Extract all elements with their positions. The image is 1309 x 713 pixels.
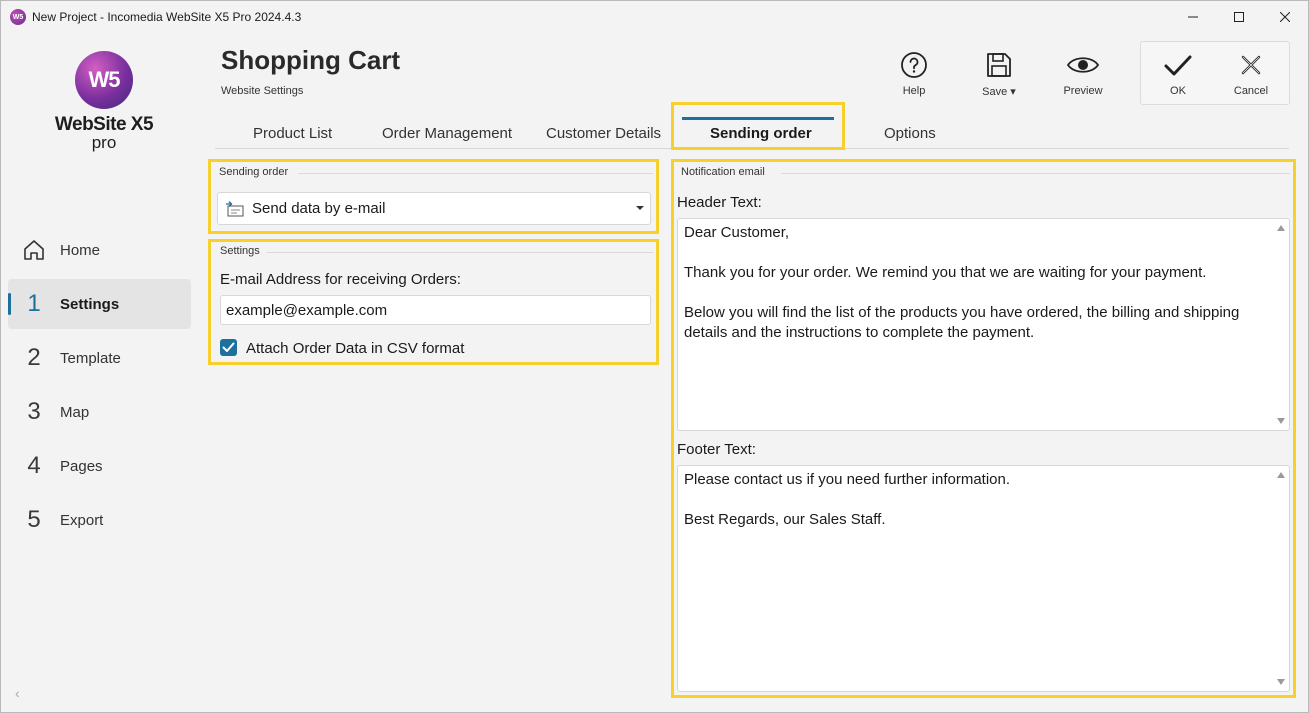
sidebar-item-template[interactable]: 2 Template [8,333,191,383]
close-icon [1280,12,1290,22]
close-window-button[interactable] [1262,1,1308,33]
sidebar-item-map[interactable]: 3 Map [8,387,191,437]
maximize-icon [1234,12,1244,22]
cancel-label: Cancel [1233,85,1269,97]
minimize-button[interactable] [1170,1,1216,33]
tab-customer-details[interactable]: Customer Details [546,125,661,142]
logo-edition: pro [91,133,117,152]
highlight-box-tab [671,102,845,150]
page-subtitle: Website Settings [221,85,304,97]
sidebar-item-number: 1 [27,290,41,317]
app-icon: W5 [10,9,26,25]
save-icon [969,49,1029,81]
window-title: New Project - Incomedia WebSite X5 Pro 2… [32,10,302,24]
sidebar-item-number: 2 [27,344,41,371]
eye-icon [1053,49,1113,81]
sidebar-item-label: Template [60,349,121,367]
sidebar-item-number: 4 [27,452,41,479]
page-title: Shopping Cart [221,45,401,75]
sidebar-item-label: Pages [60,457,103,475]
tab-order-management[interactable]: Order Management [382,125,512,142]
sidebar-item-label: Settings [60,295,120,313]
home-icon [8,238,60,262]
logo-mark: W5 [75,51,133,109]
sidebar-item-number: 3 [27,398,41,425]
help-label: Help [902,85,926,97]
app-logo: W5 WebSite X5 pro [49,51,159,153]
sidebar-item-home[interactable]: Home [8,225,191,275]
collapse-sidebar-button[interactable]: ‹ [15,685,20,701]
title-bar: W5 New Project - Incomedia WebSite X5 Pr… [1,1,1308,33]
highlight-box-settings [208,239,659,365]
sidebar-item-settings[interactable]: 1 Settings [8,279,191,329]
save-label: Save ▾ [982,86,1016,98]
ok-button[interactable]: OK [1148,49,1208,97]
sidebar-item-label: Map [60,403,90,421]
tab-product-list[interactable]: Product List [253,125,332,142]
help-button[interactable]: Help [884,49,944,97]
sidebar-item-pages[interactable]: 4 Pages [8,441,191,491]
sidebar-nav: Home 1 Settings 2 Template 3 Map 4 Pages… [8,225,191,549]
highlight-box-sending-order [208,159,659,234]
preview-label: Preview [1063,85,1103,97]
cancel-x-icon [1221,49,1281,81]
sidebar-item-number: 5 [27,506,41,533]
ok-label: OK [1170,85,1186,97]
sidebar-item-label: Home [60,241,101,259]
help-icon [884,49,944,81]
app-window: W5 New Project - Incomedia WebSite X5 Pr… [0,0,1309,713]
highlight-box-notification [671,159,1296,698]
sidebar-item-export[interactable]: 5 Export [8,495,191,545]
tab-options[interactable]: Options [884,125,936,142]
maximize-button[interactable] [1216,1,1262,33]
sidebar-item-label: Export [60,511,104,529]
cancel-button[interactable]: Cancel [1221,49,1281,97]
save-button[interactable]: Save ▾ [969,49,1029,98]
preview-button[interactable]: Preview [1053,49,1113,97]
minimize-icon [1188,16,1198,18]
window-controls [1170,1,1308,33]
checkmark-icon [1148,49,1208,81]
